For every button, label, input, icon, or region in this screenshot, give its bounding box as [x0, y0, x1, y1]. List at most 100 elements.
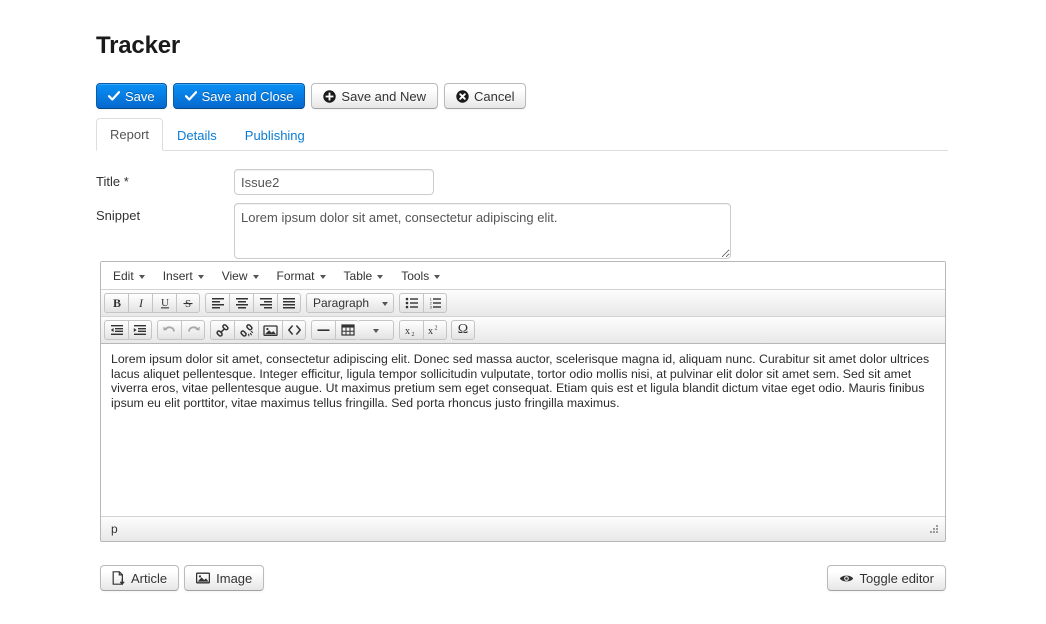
- menu-insert[interactable]: Insert: [154, 265, 213, 286]
- editor-statusbar: p: [101, 516, 945, 541]
- save-and-new-button[interactable]: Save and New: [311, 83, 438, 109]
- chevron-down-icon: [377, 274, 384, 279]
- table-icon[interactable]: [335, 320, 359, 340]
- svg-text:x: x: [428, 326, 433, 337]
- special-character-icon[interactable]: Ω: [451, 320, 475, 340]
- menu-tools[interactable]: Tools: [392, 265, 449, 286]
- svg-text:B: B: [112, 296, 120, 310]
- menu-tools-label: Tools: [401, 268, 430, 283]
- chevron-down-icon: [252, 274, 259, 279]
- tab-publishing[interactable]: Publishing: [231, 119, 319, 151]
- image-icon[interactable]: [258, 320, 282, 340]
- menu-table[interactable]: Table: [335, 265, 393, 286]
- editor-menubar: Edit Insert View Format Table Tools: [101, 262, 945, 290]
- block-format-select[interactable]: Paragraph: [306, 293, 394, 313]
- element-path[interactable]: p: [111, 522, 118, 536]
- rich-text-editor: Edit Insert View Format Table Tools B I …: [100, 261, 946, 542]
- chevron-down-icon: [382, 302, 388, 306]
- save-button[interactable]: Save: [96, 83, 167, 109]
- tab-bar: Report Details Publishing: [96, 118, 948, 151]
- insert-article-label: Article: [131, 570, 168, 586]
- editor-bottom-toolbar: Article Image Toggle editor: [100, 565, 946, 591]
- check-icon: [108, 90, 120, 102]
- snippet-label: Snippet: [96, 208, 141, 223]
- numbered-list-icon[interactable]: 123: [423, 293, 447, 313]
- align-center-icon[interactable]: [229, 293, 253, 313]
- object-group: [311, 320, 359, 340]
- tab-report[interactable]: Report: [96, 118, 164, 151]
- cancel-button-label: Cancel: [473, 88, 515, 104]
- save-button-label: Save: [125, 88, 155, 104]
- history-group: [157, 320, 205, 340]
- insert-group: [210, 320, 306, 340]
- article-insert-icon: [112, 571, 125, 585]
- resize-handle-icon[interactable]: [927, 523, 939, 535]
- title-input[interactable]: [234, 169, 434, 195]
- unlink-icon[interactable]: [234, 320, 258, 340]
- special-character-glyph: Ω: [457, 322, 469, 337]
- outdent-icon[interactable]: [104, 320, 128, 340]
- list-group: 123: [399, 293, 447, 313]
- editor-toolbar-row-2: x2 x2 Ω: [101, 317, 945, 344]
- editor-toolbar-row-1: B I U S: [101, 290, 945, 317]
- svg-text:U: U: [161, 297, 169, 309]
- script-group: x2 x2: [399, 320, 447, 340]
- align-left-icon[interactable]: [205, 293, 229, 313]
- insert-article-button[interactable]: Article: [100, 565, 180, 591]
- snippet-form-row: Snippet: [96, 203, 731, 259]
- alignment-group: [205, 293, 301, 313]
- source-code-icon[interactable]: [282, 320, 306, 340]
- link-icon[interactable]: [210, 320, 234, 340]
- indent-icon[interactable]: [128, 320, 152, 340]
- insert-image-button[interactable]: Image: [184, 565, 265, 591]
- underline-icon[interactable]: U: [152, 293, 176, 313]
- editor-paragraph: Lorem ipsum dolor sit amet, consectetur …: [111, 352, 930, 410]
- undo-icon[interactable]: [157, 320, 181, 340]
- menu-view[interactable]: View: [213, 265, 268, 286]
- chevron-down-icon: [138, 274, 145, 279]
- italic-icon[interactable]: I: [128, 293, 152, 313]
- page-title: Tracker: [96, 32, 181, 59]
- editor-content-area[interactable]: Lorem ipsum dolor sit amet, consectetur …: [101, 344, 945, 516]
- align-right-icon[interactable]: [253, 293, 277, 313]
- menu-view-label: View: [221, 268, 248, 283]
- title-form-row: Title *: [96, 169, 434, 195]
- save-and-close-button[interactable]: Save and Close: [172, 83, 306, 109]
- strikethrough-icon[interactable]: S: [176, 293, 200, 313]
- align-justify-icon[interactable]: [277, 293, 301, 313]
- snippet-textarea[interactable]: [234, 203, 731, 259]
- eye-icon: [839, 573, 854, 584]
- bold-icon[interactable]: B: [104, 293, 128, 313]
- horizontal-rule-icon[interactable]: [311, 320, 335, 340]
- menu-edit[interactable]: Edit: [104, 265, 154, 286]
- save-and-close-button-label: Save and Close: [201, 88, 294, 104]
- chevron-down-icon: [197, 274, 204, 279]
- svg-text:x: x: [405, 326, 410, 337]
- image-icon: [196, 572, 211, 584]
- svg-text:2: 2: [435, 325, 438, 331]
- menu-format[interactable]: Format: [268, 265, 335, 286]
- redo-icon[interactable]: [181, 320, 205, 340]
- menu-table-label: Table: [343, 268, 373, 283]
- toggle-editor-button[interactable]: Toggle editor: [826, 565, 946, 591]
- save-and-new-button-label: Save and New: [341, 88, 426, 104]
- superscript-icon[interactable]: x2: [423, 320, 447, 340]
- svg-text:I: I: [138, 296, 144, 310]
- table-dropdown-toggle[interactable]: [359, 320, 394, 340]
- check-icon: [184, 90, 197, 102]
- cancel-button[interactable]: Cancel: [443, 83, 527, 109]
- action-toolbar: Save Save and Close Save and New Cancel: [96, 83, 527, 109]
- title-label: Title *: [96, 174, 129, 189]
- menu-insert-label: Insert: [162, 268, 193, 283]
- bullet-list-icon[interactable]: [399, 293, 423, 313]
- menu-edit-label: Edit: [113, 268, 134, 283]
- subscript-icon[interactable]: x2: [399, 320, 423, 340]
- chevron-down-icon: [373, 329, 379, 333]
- x-circle-icon: [456, 89, 469, 103]
- tab-details[interactable]: Details: [163, 119, 231, 151]
- menu-format-label: Format: [276, 268, 315, 283]
- plus-circle-icon: [323, 89, 337, 103]
- indent-group: [104, 320, 152, 340]
- insert-image-label: Image: [216, 570, 253, 586]
- block-format-value: Paragraph: [313, 296, 370, 310]
